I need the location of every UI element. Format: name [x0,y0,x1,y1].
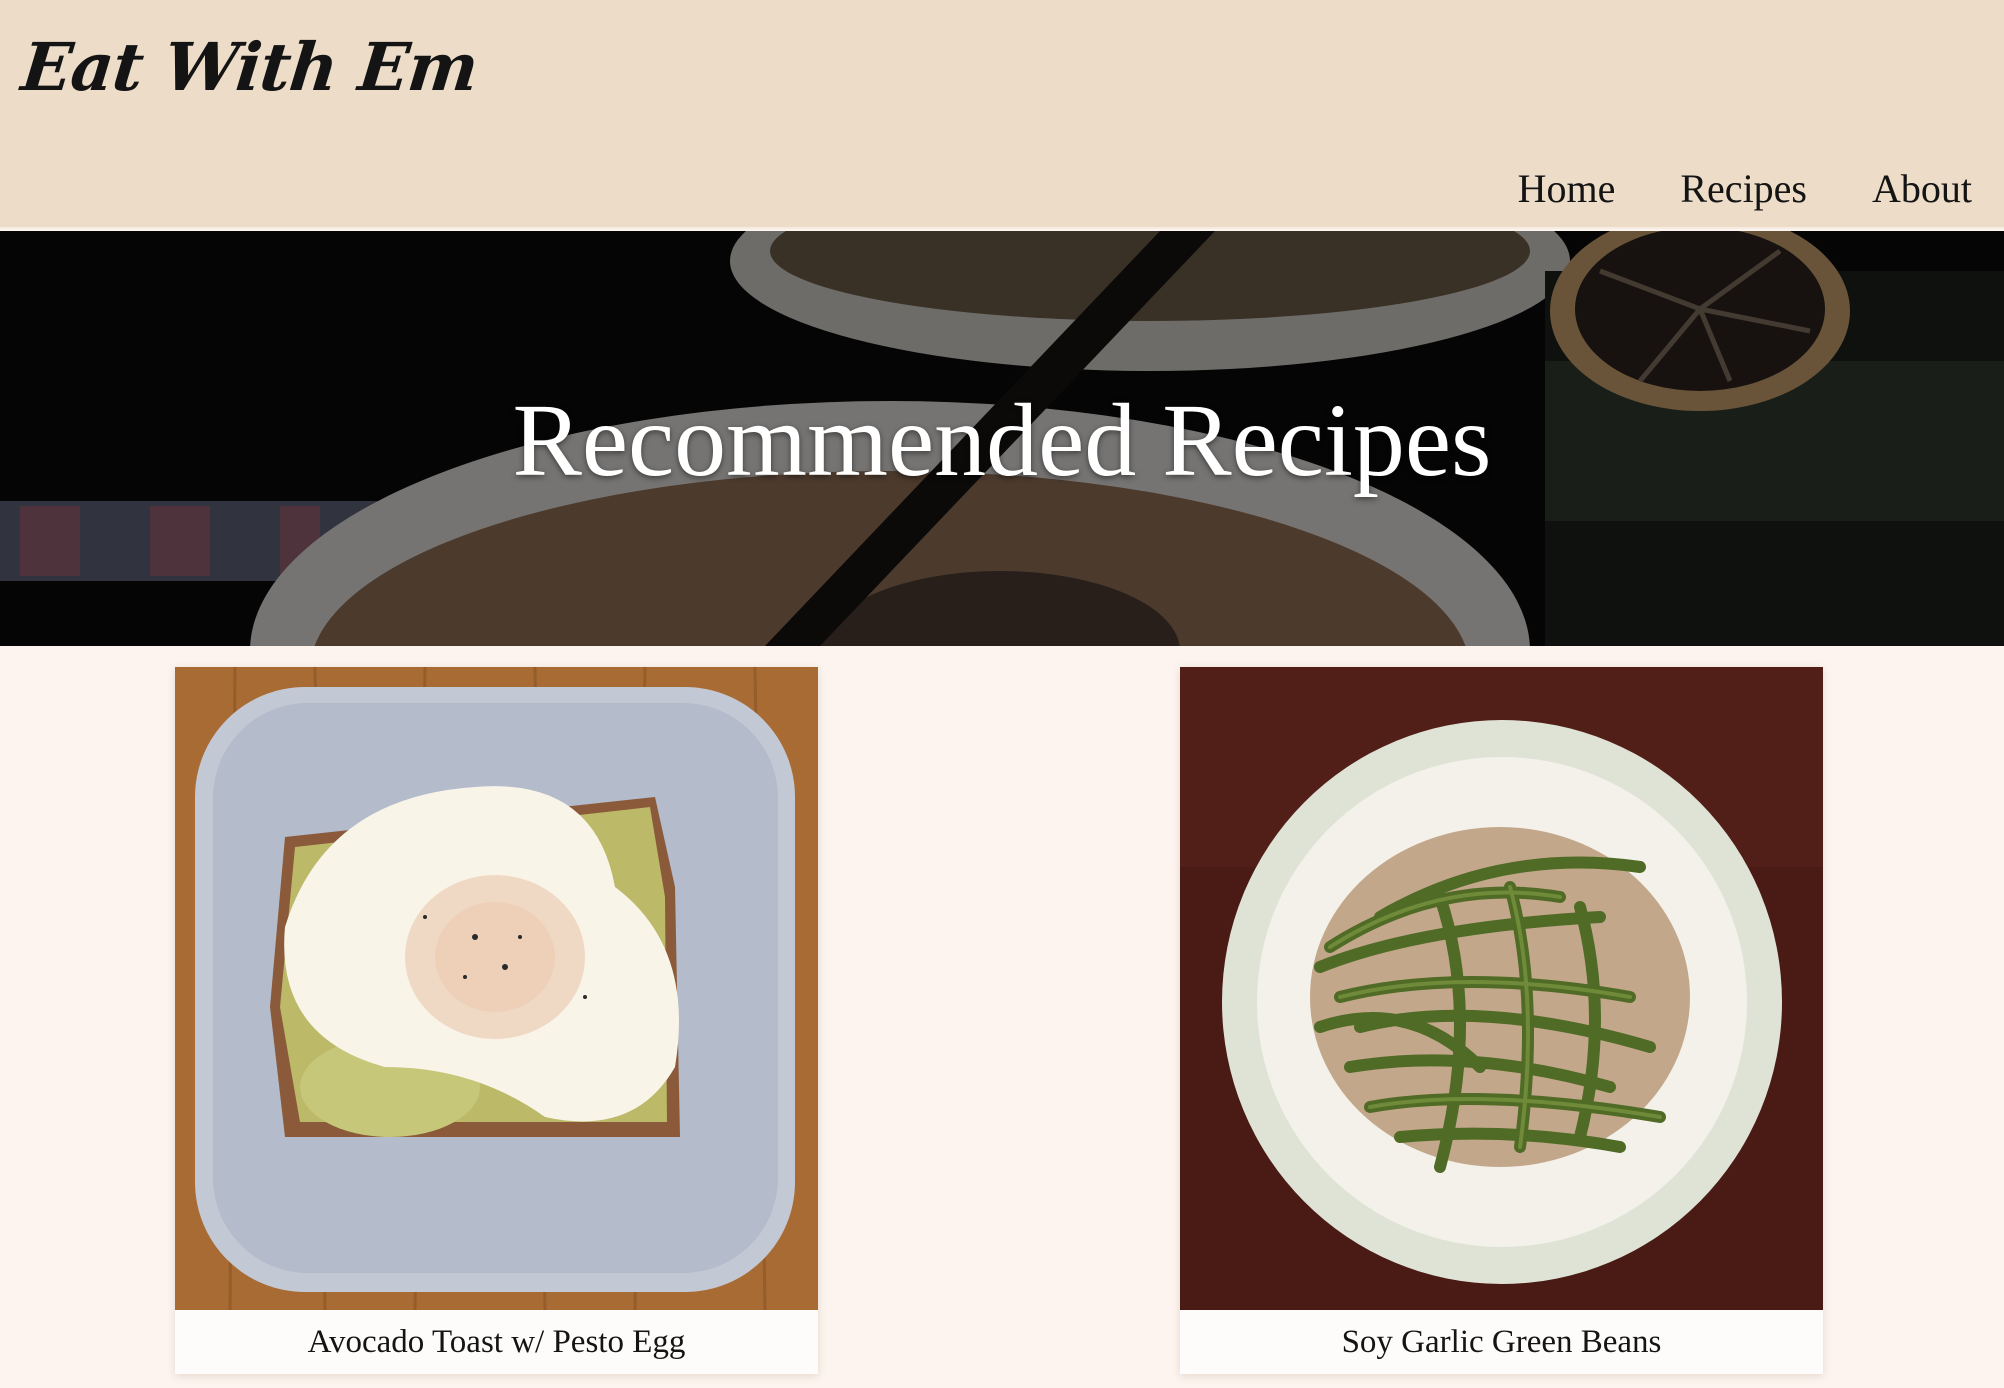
nav-about-link[interactable]: About [1872,165,1972,212]
nav-recipes-link[interactable]: Recipes [1680,165,1807,212]
site-header: Eat With Em Home Recipes About [0,0,2004,229]
avocado-toast-image [175,667,818,1310]
green-beans-image [1180,667,1823,1310]
page-title: Recommended Recipes [512,383,1492,498]
site-logo[interactable]: Eat With Em [18,28,481,106]
main-nav: Home Recipes About [1518,165,1972,212]
recipe-title[interactable]: Avocado Toast w/ Pesto Egg [175,1310,818,1374]
hero-banner: Recommended Recipes [0,231,2004,646]
recipe-card-avocado-toast[interactable]: Avocado Toast w/ Pesto Egg [175,667,818,1374]
recipe-title[interactable]: Soy Garlic Green Beans [1180,1310,1823,1374]
nav-home-link[interactable]: Home [1518,165,1616,212]
recipe-card-green-beans[interactable]: Soy Garlic Green Beans [1180,667,1823,1374]
